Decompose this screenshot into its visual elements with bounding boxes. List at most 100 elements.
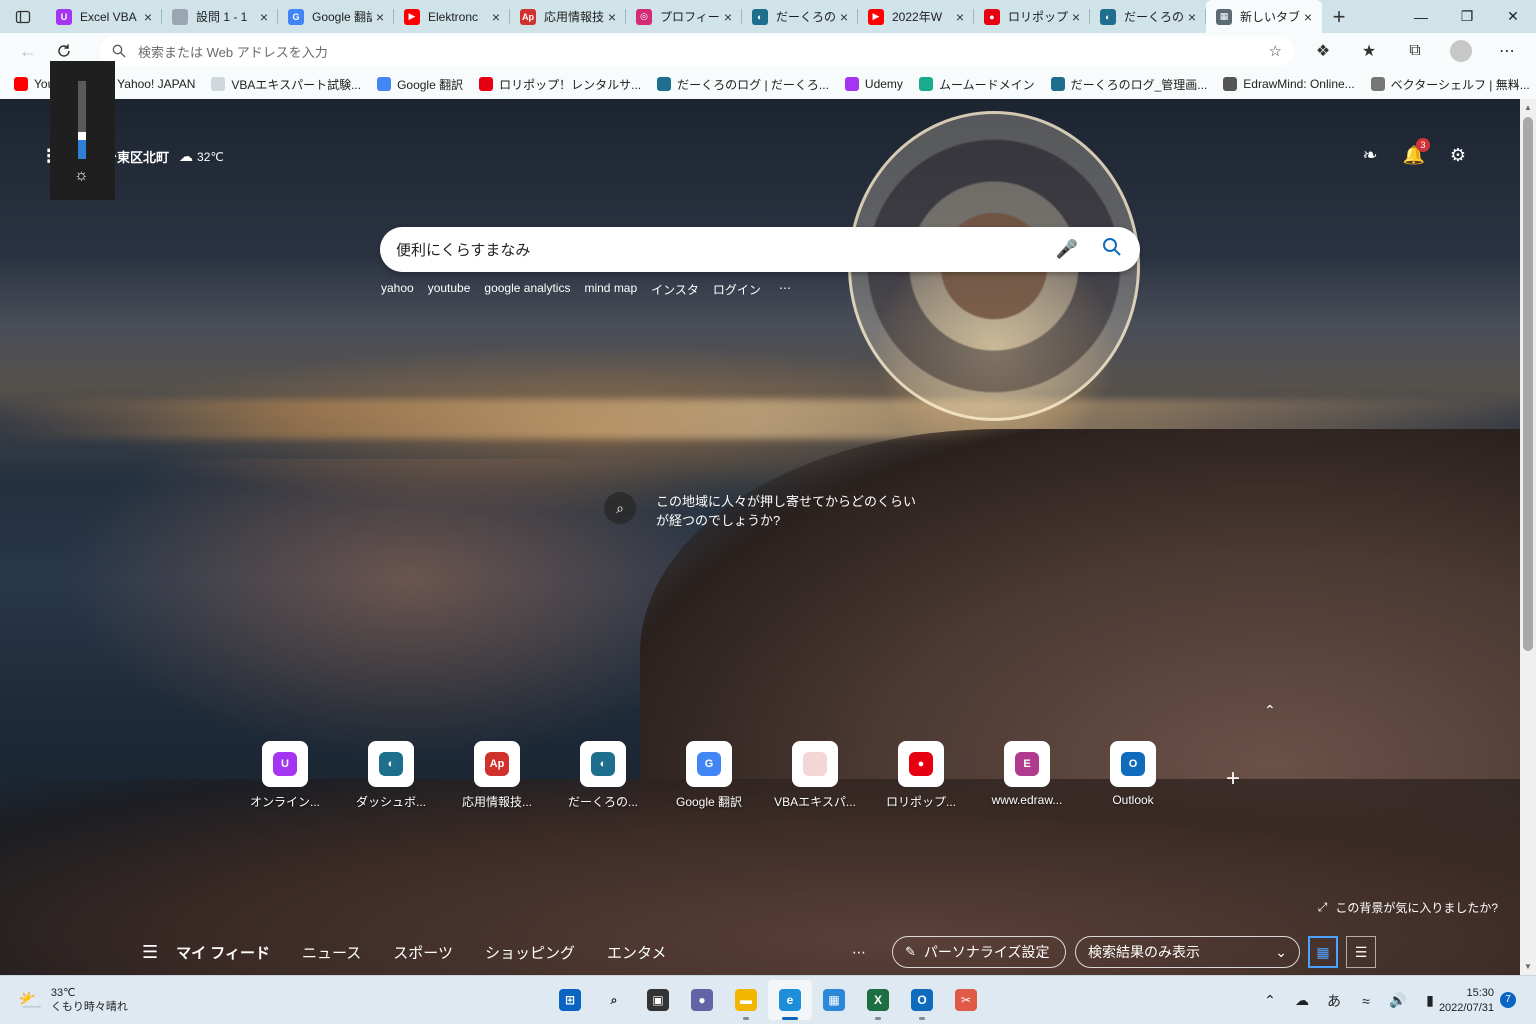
profile-avatar[interactable] (1450, 40, 1472, 62)
quick-link[interactable]: google analytics (484, 281, 570, 298)
quick-link[interactable]: インスタ (651, 281, 699, 298)
tab-close-icon[interactable]: × (720, 9, 736, 25)
minimize-button[interactable]: — (1398, 0, 1444, 33)
taskbar-app-edge[interactable]: e (768, 980, 812, 1020)
wifi-icon[interactable]: ≈ (1350, 993, 1382, 1009)
page-scrollbar[interactable]: ▲ ▼ (1520, 99, 1536, 975)
page-settings-gear-icon[interactable]: ⚙ (1436, 145, 1480, 166)
feed-tab[interactable]: マイ フィード (176, 942, 270, 963)
top-site-tile[interactable]: ◐ だーくろの... (550, 741, 656, 810)
browser-tab[interactable]: ▶ Elektronc × (394, 0, 510, 33)
browser-tab[interactable]: ● ロリポップ × (974, 0, 1090, 33)
background-question[interactable]: この地域に人々が押し寄せてからどのくらいが経つのでしょうか? (656, 492, 916, 530)
browser-tab[interactable]: 設問 1 - 1 × (162, 0, 278, 33)
microphone-icon[interactable]: 🎤 (1056, 239, 1078, 260)
feed-more-icon[interactable]: ⋯ (852, 944, 868, 961)
volume-icon[interactable]: 🔊 (1382, 992, 1414, 1009)
rewards-icon[interactable]: ❧ (1348, 145, 1392, 166)
onedrive-cloud-icon[interactable]: ☁ (1286, 992, 1318, 1009)
personalize-button[interactable]: ✎ パーソナライズ設定 (892, 936, 1066, 968)
favorite-item[interactable]: Google 翻訳 (377, 76, 463, 93)
taskbar-app-excel[interactable]: X (856, 980, 900, 1020)
show-hidden-icons-chevron-icon[interactable]: ⌃ (1254, 992, 1286, 1009)
top-site-tile[interactable]: Ap 応用情報技... (444, 741, 550, 810)
taskbar-app-teams-chat[interactable]: ● (680, 980, 724, 1020)
collections-icon[interactable]: ⧉ (1392, 33, 1438, 69)
scrollbar-thumb[interactable] (1523, 117, 1533, 651)
back-button[interactable]: ← (10, 33, 46, 69)
close-window-button[interactable]: ✕ (1490, 0, 1536, 33)
quick-link[interactable]: mind map (584, 281, 637, 298)
taskbar-app-file-explorer[interactable]: ▬ (724, 980, 768, 1020)
browser-tab[interactable]: Ap 応用情報技 × (510, 0, 626, 33)
quick-link[interactable]: youtube (428, 281, 471, 298)
favorites-overflow-chevron-icon[interactable]: › (1513, 75, 1518, 91)
taskbar-app-outlook[interactable]: O (900, 980, 944, 1020)
address-bar[interactable]: 検索または Web アドレスを入力 ☆ (100, 36, 1294, 66)
top-site-tile[interactable]: G Google 翻訳 (656, 741, 762, 810)
top-site-tile[interactable]: ◐ ダッシュボ... (338, 741, 444, 810)
feed-tab[interactable]: ショッピング (485, 942, 575, 963)
quick-links-more-icon[interactable]: ⋯ (779, 281, 793, 298)
web-search-box[interactable]: 便利にくらすまなみ 🎤 (380, 227, 1140, 272)
browser-tab[interactable]: G Google 翻訳 × (278, 0, 394, 33)
notification-center-badge[interactable]: 7 (1500, 992, 1516, 1008)
tab-actions-button[interactable] (0, 0, 46, 33)
settings-more-icon[interactable]: ⋯ (1484, 33, 1530, 69)
browser-tab[interactable]: ▶ 2022年W × (858, 0, 974, 33)
feed-tab[interactable]: ニュース (302, 942, 361, 963)
tab-close-icon[interactable]: × (372, 9, 388, 25)
taskbar-clock[interactable]: 15:30 2022/07/31 (1424, 986, 1494, 1016)
collapse-chevron-icon[interactable]: ⌃ (1264, 702, 1276, 719)
grid-view-button[interactable]: ▦ (1308, 936, 1338, 968)
tab-close-icon[interactable]: × (1300, 9, 1316, 25)
browser-tab[interactable]: ▦ 新しいタブ × (1206, 0, 1322, 33)
top-site-tile[interactable]: O Outlook (1080, 741, 1186, 810)
taskbar-app-snipping-tool[interactable]: ✂ (944, 980, 988, 1020)
tab-close-icon[interactable]: × (604, 9, 620, 25)
feed-tab[interactable]: スポーツ (393, 942, 453, 963)
favorites-icon[interactable]: ★ (1346, 33, 1392, 69)
tab-close-icon[interactable]: × (488, 9, 504, 25)
favorite-item[interactable]: だーくろのログ | だーくろ... (657, 76, 829, 93)
tab-close-icon[interactable]: × (1184, 9, 1200, 25)
quick-link[interactable]: ログイン (713, 281, 761, 298)
taskbar-app-task-view[interactable]: ▣ (636, 980, 680, 1020)
favorite-item[interactable]: EdrawMind: Online... (1223, 77, 1355, 91)
top-site-tile[interactable]: VBAエキスパ... (762, 741, 868, 810)
taskbar-weather-widget[interactable]: ⛅ 33℃ くもり時々晴れ (18, 986, 128, 1014)
feed-tab[interactable]: エンタメ (607, 942, 667, 963)
tab-close-icon[interactable]: × (952, 9, 968, 25)
background-search-icon[interactable]: ⌕ (604, 492, 636, 524)
taskbar-app-store[interactable]: ▦ (812, 980, 856, 1020)
background-info-hotspot[interactable]: ⌕ この地域に人々が押し寄せてからどのくらいが経つのでしょうか? (604, 492, 916, 530)
favorite-item[interactable]: Udemy (844, 77, 903, 91)
list-view-button[interactable]: ☰ (1346, 936, 1376, 968)
tab-close-icon[interactable]: × (256, 9, 272, 25)
notifications-bell-icon[interactable]: 🔔 3 (1392, 138, 1436, 166)
brightness-slider[interactable] (78, 81, 86, 159)
search-submit-icon[interactable] (1102, 237, 1122, 262)
top-site-tile[interactable]: ● ロリポップ... (868, 741, 974, 810)
tab-close-icon[interactable]: × (140, 9, 156, 25)
quick-link[interactable]: yahoo (381, 281, 414, 298)
taskbar-app-search[interactable]: ⌕ (592, 980, 636, 1020)
scroll-down-arrow-icon[interactable]: ▼ (1524, 962, 1532, 971)
top-site-tile[interactable]: U オンライン... (232, 741, 338, 810)
scroll-up-arrow-icon[interactable]: ▲ (1524, 103, 1532, 112)
ime-indicator[interactable]: あ (1318, 991, 1350, 1011)
browser-tab[interactable]: ◐ だーくろのロ× (742, 0, 858, 33)
tab-close-icon[interactable]: × (836, 9, 852, 25)
favorite-item[interactable]: だーくろのログ_管理画... (1050, 76, 1207, 93)
favorite-item[interactable]: ムームードメイン (918, 76, 1035, 93)
browser-tab[interactable]: ◎ プロフィール× (626, 0, 742, 33)
search-query[interactable]: 便利にくらすまなみ (396, 239, 1032, 260)
favorite-item[interactable]: ロリポップ！レンタルサ... (479, 76, 641, 93)
favorite-item[interactable]: VBAエキスパート試験... (211, 76, 361, 93)
add-favorite-icon[interactable]: ☆ (1269, 42, 1282, 60)
tab-close-icon[interactable]: × (1068, 9, 1084, 25)
taskbar-app-start[interactable]: ⊞ (548, 980, 592, 1020)
restore-button[interactable]: ❐ (1444, 0, 1490, 33)
temperature-label[interactable]: 32℃ (197, 150, 224, 164)
add-site-plus-icon[interactable]: + (1226, 765, 1240, 793)
